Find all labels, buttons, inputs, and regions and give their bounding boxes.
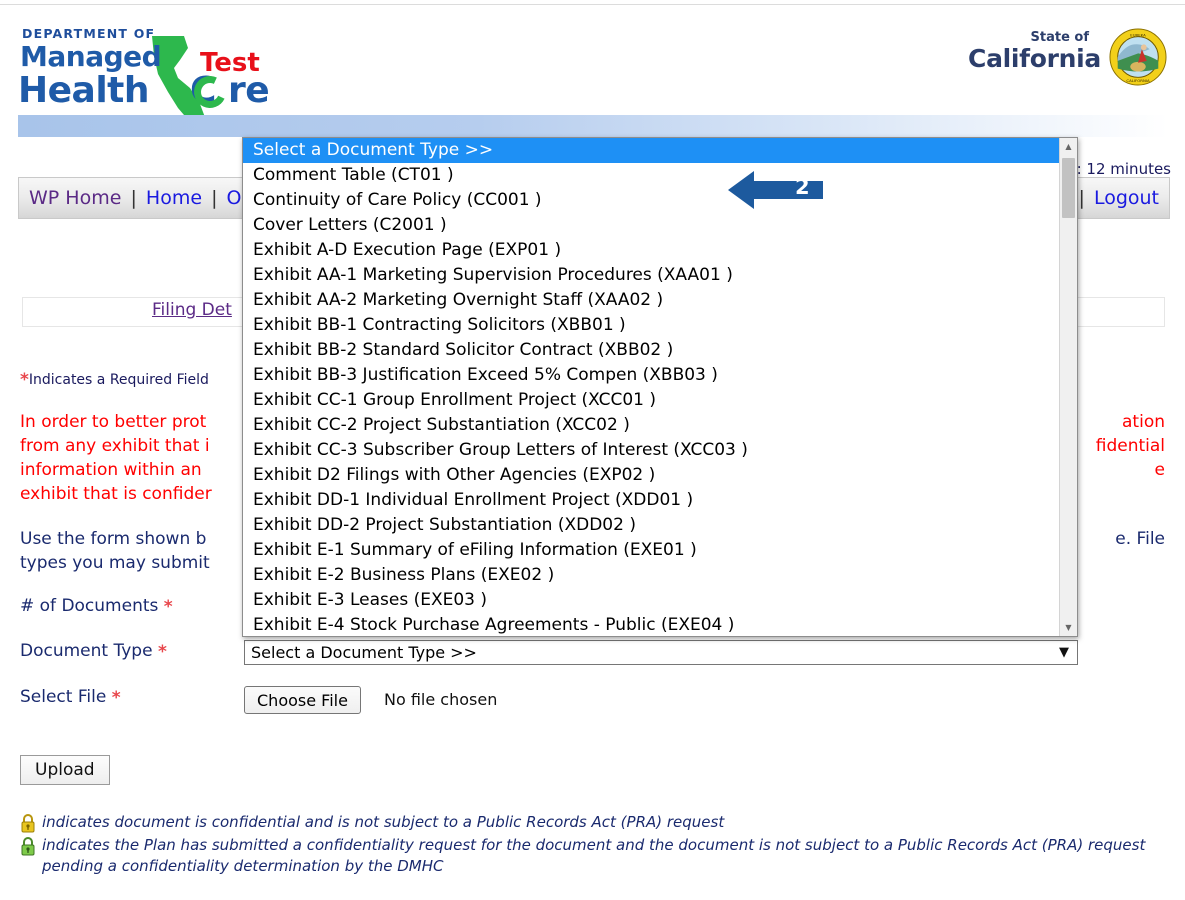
nav-separator: | bbox=[211, 187, 218, 209]
logo-managed-text: Managed bbox=[20, 40, 162, 73]
confidentiality-legend: indicates document is confidential and i… bbox=[20, 812, 1170, 879]
required-asterisk-icon: * bbox=[20, 370, 29, 390]
legend-row: indicates the Plan has submitted a confi… bbox=[20, 835, 1170, 877]
california-label: California bbox=[968, 44, 1101, 73]
dropdown-option[interactable]: Exhibit E-3 Leases (EXE03 ) bbox=[243, 588, 1059, 613]
blue-line-1-right: e. File bbox=[1115, 529, 1165, 549]
document-type-selected-value: Select a Document Type >> bbox=[251, 643, 477, 662]
dropdown-option[interactable]: Exhibit CC-1 Group Enrollment Project (X… bbox=[243, 388, 1059, 413]
required-asterisk-icon: * bbox=[111, 688, 121, 708]
dropdown-option[interactable]: Exhibit CC-2 Project Substantiation (XCC… bbox=[243, 413, 1059, 438]
filing-details-link[interactable]: Filing Det bbox=[152, 300, 232, 320]
logout-link[interactable]: Logout bbox=[1094, 187, 1159, 209]
dropdown-option[interactable]: Exhibit BB-3 Justification Exceed 5% Com… bbox=[243, 363, 1059, 388]
blue-line-1-left: Use the form shown b bbox=[20, 529, 207, 549]
red-line-2-right: fidential bbox=[1095, 436, 1165, 456]
session-timeout-text: t: 12 minutes bbox=[1070, 160, 1171, 178]
document-type-select[interactable]: Select a Document Type >> ▼ bbox=[244, 640, 1078, 665]
required-asterisk-icon: * bbox=[163, 597, 173, 617]
dropdown-option[interactable]: Exhibit DD-1 Individual Enrollment Proje… bbox=[243, 488, 1059, 513]
top-divider bbox=[0, 0, 1185, 5]
california-state-seal-icon: EUREKA CALIFORNIA bbox=[1109, 28, 1167, 86]
legend-text: indicates the Plan has submitted a confi… bbox=[42, 836, 1146, 875]
legend-text: indicates document is confidential and i… bbox=[42, 813, 725, 831]
green-lock-icon bbox=[21, 837, 35, 856]
dropdown-option[interactable]: Exhibit E-2 Business Plans (EXE02 ) bbox=[243, 563, 1059, 588]
red-line-2-left: from any exhibit that i bbox=[20, 436, 210, 456]
nav-item-o[interactable]: O bbox=[227, 187, 242, 209]
required-asterisk-icon: * bbox=[157, 642, 167, 662]
dropdown-option[interactable]: Cover Letters (C2001 ) bbox=[243, 213, 1059, 238]
annotation-step-number: 2 bbox=[795, 175, 810, 199]
svg-text:CALIFORNIA: CALIFORNIA bbox=[1126, 78, 1150, 83]
dropdown-option[interactable]: Exhibit CC-3 Subscriber Group Letters of… bbox=[243, 438, 1059, 463]
state-of-label: State of bbox=[1030, 30, 1090, 45]
scroll-up-arrow-icon[interactable]: ▲ bbox=[1060, 138, 1077, 155]
dropdown-options-list[interactable]: Select a Document Type >> Comment Table (… bbox=[243, 138, 1059, 636]
nav-item-wp-home[interactable]: WP Home bbox=[29, 187, 121, 209]
upload-button[interactable]: Upload bbox=[20, 755, 110, 785]
dropdown-option[interactable]: Exhibit E-1 Summary of eFiling Informati… bbox=[243, 538, 1059, 563]
chevron-down-icon: ▼ bbox=[1059, 645, 1069, 660]
document-type-label-text: Document Type bbox=[20, 641, 153, 661]
scrollbar-thumb[interactable] bbox=[1062, 158, 1075, 218]
yellow-lock-icon bbox=[21, 814, 35, 833]
svg-text:EUREKA: EUREKA bbox=[1130, 33, 1146, 38]
dropdown-option[interactable]: Comment Table (CT01 ) bbox=[243, 163, 1059, 188]
red-line-4-left: exhibit that is confider bbox=[20, 484, 212, 504]
dmhc-logo: DEPARTMENT OF Managed Test Health C re bbox=[18, 26, 438, 122]
dropdown-scrollbar[interactable]: ▲ ▼ bbox=[1059, 138, 1077, 636]
choose-file-button[interactable]: Choose File bbox=[244, 686, 361, 714]
logo-health-text: Health bbox=[18, 70, 150, 111]
required-field-text: Indicates a Required Field bbox=[28, 372, 209, 388]
nav-separator: | bbox=[130, 187, 137, 209]
state-of-california-block: State of California EUREKA CALIFORNIA bbox=[947, 26, 1167, 100]
num-documents-label-text: # of Documents bbox=[20, 596, 159, 616]
dropdown-option[interactable]: Exhibit D2 Filings with Other Agencies (… bbox=[243, 463, 1059, 488]
red-line-1-left: In order to better prot bbox=[20, 412, 207, 432]
scroll-down-arrow-icon[interactable]: ▼ bbox=[1060, 619, 1077, 636]
document-type-label: Document Type * bbox=[20, 641, 167, 662]
dropdown-option[interactable]: Select a Document Type >> bbox=[243, 138, 1059, 163]
document-type-dropdown-listbox[interactable]: Select a Document Type >> Comment Table (… bbox=[242, 137, 1078, 637]
select-file-label: Select File * bbox=[20, 687, 121, 708]
red-line-3-left: information within an bbox=[20, 460, 202, 480]
dropdown-option[interactable]: Exhibit BB-2 Standard Solicitor Contract… bbox=[243, 338, 1059, 363]
num-documents-label: # of Documents * bbox=[20, 596, 173, 617]
dropdown-option[interactable]: Exhibit DD-2 Project Substantiation (XDD… bbox=[243, 513, 1059, 538]
select-file-label-text: Select File bbox=[20, 687, 107, 707]
dropdown-option[interactable]: Exhibit A-D Execution Page (EXP01 ) bbox=[243, 238, 1059, 263]
nav-links-group: WP Home | Home | O bbox=[19, 187, 241, 209]
red-line-1-right: ation bbox=[1122, 412, 1165, 432]
page-bottom-spacer bbox=[0, 888, 1185, 900]
header-gradient-bar bbox=[18, 115, 1168, 137]
logo-department-text: DEPARTMENT OF bbox=[22, 26, 156, 41]
no-file-chosen-text: No file chosen bbox=[384, 690, 498, 709]
red-line-3-right: e bbox=[1154, 460, 1165, 480]
dropdown-option[interactable]: Exhibit BB-1 Contracting Solicitors (XBB… bbox=[243, 313, 1059, 338]
dropdown-option[interactable]: Exhibit AA-1 Marketing Supervision Proce… bbox=[243, 263, 1059, 288]
blue-line-2-left: types you may submit bbox=[20, 553, 210, 573]
dropdown-option[interactable]: Continuity of Care Policy (CC001 ) bbox=[243, 188, 1059, 213]
nav-logout-group: | Logout bbox=[1075, 187, 1169, 209]
required-field-note: *Indicates a Required Field bbox=[20, 370, 209, 390]
legend-row: indicates document is confidential and i… bbox=[20, 812, 1170, 833]
dropdown-option[interactable]: Exhibit AA-2 Marketing Overnight Staff (… bbox=[243, 288, 1059, 313]
nav-item-home[interactable]: Home bbox=[146, 187, 202, 209]
dropdown-option[interactable]: Exhibit E-4 Stock Purchase Agreements - … bbox=[243, 613, 1059, 636]
